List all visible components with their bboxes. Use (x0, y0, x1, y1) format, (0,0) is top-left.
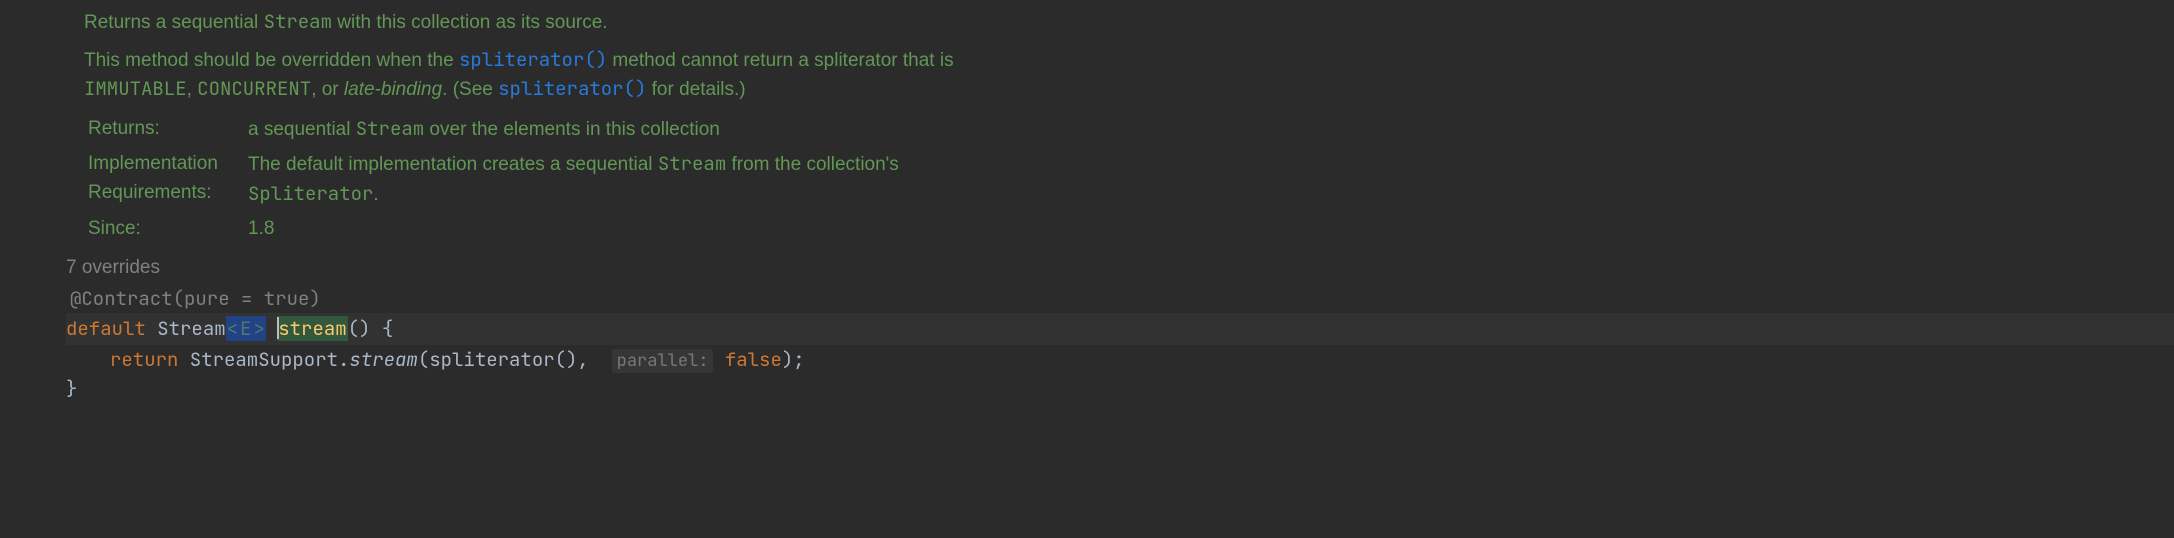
doc-link-spliterator-2[interactable]: spliterator() (498, 76, 646, 101)
doc-code-stream: Stream (264, 9, 332, 34)
doc-code-spliterator: Spliterator (248, 181, 373, 206)
doc-code-stream: Stream (356, 116, 424, 141)
javadoc-paragraph: This method should be overridden when th… (84, 46, 984, 105)
false-literal: false (725, 347, 782, 372)
doc-text: method cannot return a spliterator that … (607, 50, 953, 71)
close-brace: } (66, 376, 77, 401)
doc-text: for details.) (646, 79, 745, 100)
returns-label: Returns: (88, 115, 238, 145)
since-value: 1.8 (248, 215, 2174, 244)
doc-italic-late-binding: late-binding (344, 79, 442, 100)
close-brace-line[interactable]: } (66, 374, 2174, 403)
doc-text: , or (311, 79, 344, 100)
since-label: Since: (88, 215, 238, 244)
args-pre: (spliterator(), (418, 347, 612, 372)
stream-method-call: stream (349, 347, 417, 372)
return-type: Stream (157, 316, 225, 341)
impl-req-label: Implementation Requirements: (88, 150, 238, 209)
stream-support-ref: StreamSupport. (178, 347, 349, 372)
doc-text: The default implementation creates a seq… (248, 154, 658, 175)
contract-annotation: @Contract(pure = true) (70, 284, 2174, 313)
doc-text: a sequential (248, 119, 356, 140)
javadoc-summary: Returns a sequential Stream with this co… (84, 8, 2174, 38)
doc-text: This method should be overridden when th… (84, 50, 459, 71)
javadoc-tags: Returns: a sequential Stream over the el… (88, 115, 2174, 244)
args-post: ); (782, 347, 805, 372)
doc-text: over the elements in this collection (424, 119, 720, 140)
parameter-hint: parallel: (612, 349, 714, 373)
doc-text: with this collection as its source. (332, 12, 608, 33)
text-caret (277, 317, 279, 339)
doc-text: . (373, 184, 378, 205)
impl-req-value: The default implementation creates a seq… (248, 150, 2174, 209)
doc-code-stream: Stream (658, 151, 726, 176)
doc-text: , (187, 79, 198, 100)
generic-open: < (226, 316, 239, 341)
method-name-stream: stream (277, 316, 347, 341)
doc-code-immutable: IMMUTABLE (84, 76, 187, 101)
generic-close: > (252, 316, 265, 341)
overrides-hint[interactable]: 7 overrides (66, 254, 2174, 283)
method-signature-line[interactable]: default Stream<E> stream() { (66, 313, 2174, 344)
impl-label-line2: Requirements: (88, 182, 212, 203)
doc-code-concurrent: CONCURRENT (197, 76, 311, 101)
return-keyword: return (110, 347, 178, 372)
javadoc-block: Returns a sequential Stream with this co… (60, 8, 2174, 244)
doc-link-spliterator[interactable]: spliterator() (459, 47, 607, 72)
doc-text: from the collection's (726, 154, 899, 175)
default-keyword: default (66, 316, 146, 341)
returns-value: a sequential Stream over the elements in… (248, 115, 2174, 145)
doc-text: Returns a sequential (84, 12, 264, 33)
impl-label-line1: Implementation (88, 153, 218, 174)
return-line[interactable]: return StreamSupport.stream(spliterator(… (110, 345, 2174, 374)
doc-text: . (See (442, 79, 498, 100)
signature-rest: () { (348, 316, 394, 341)
generic-param-e: E (239, 316, 252, 341)
